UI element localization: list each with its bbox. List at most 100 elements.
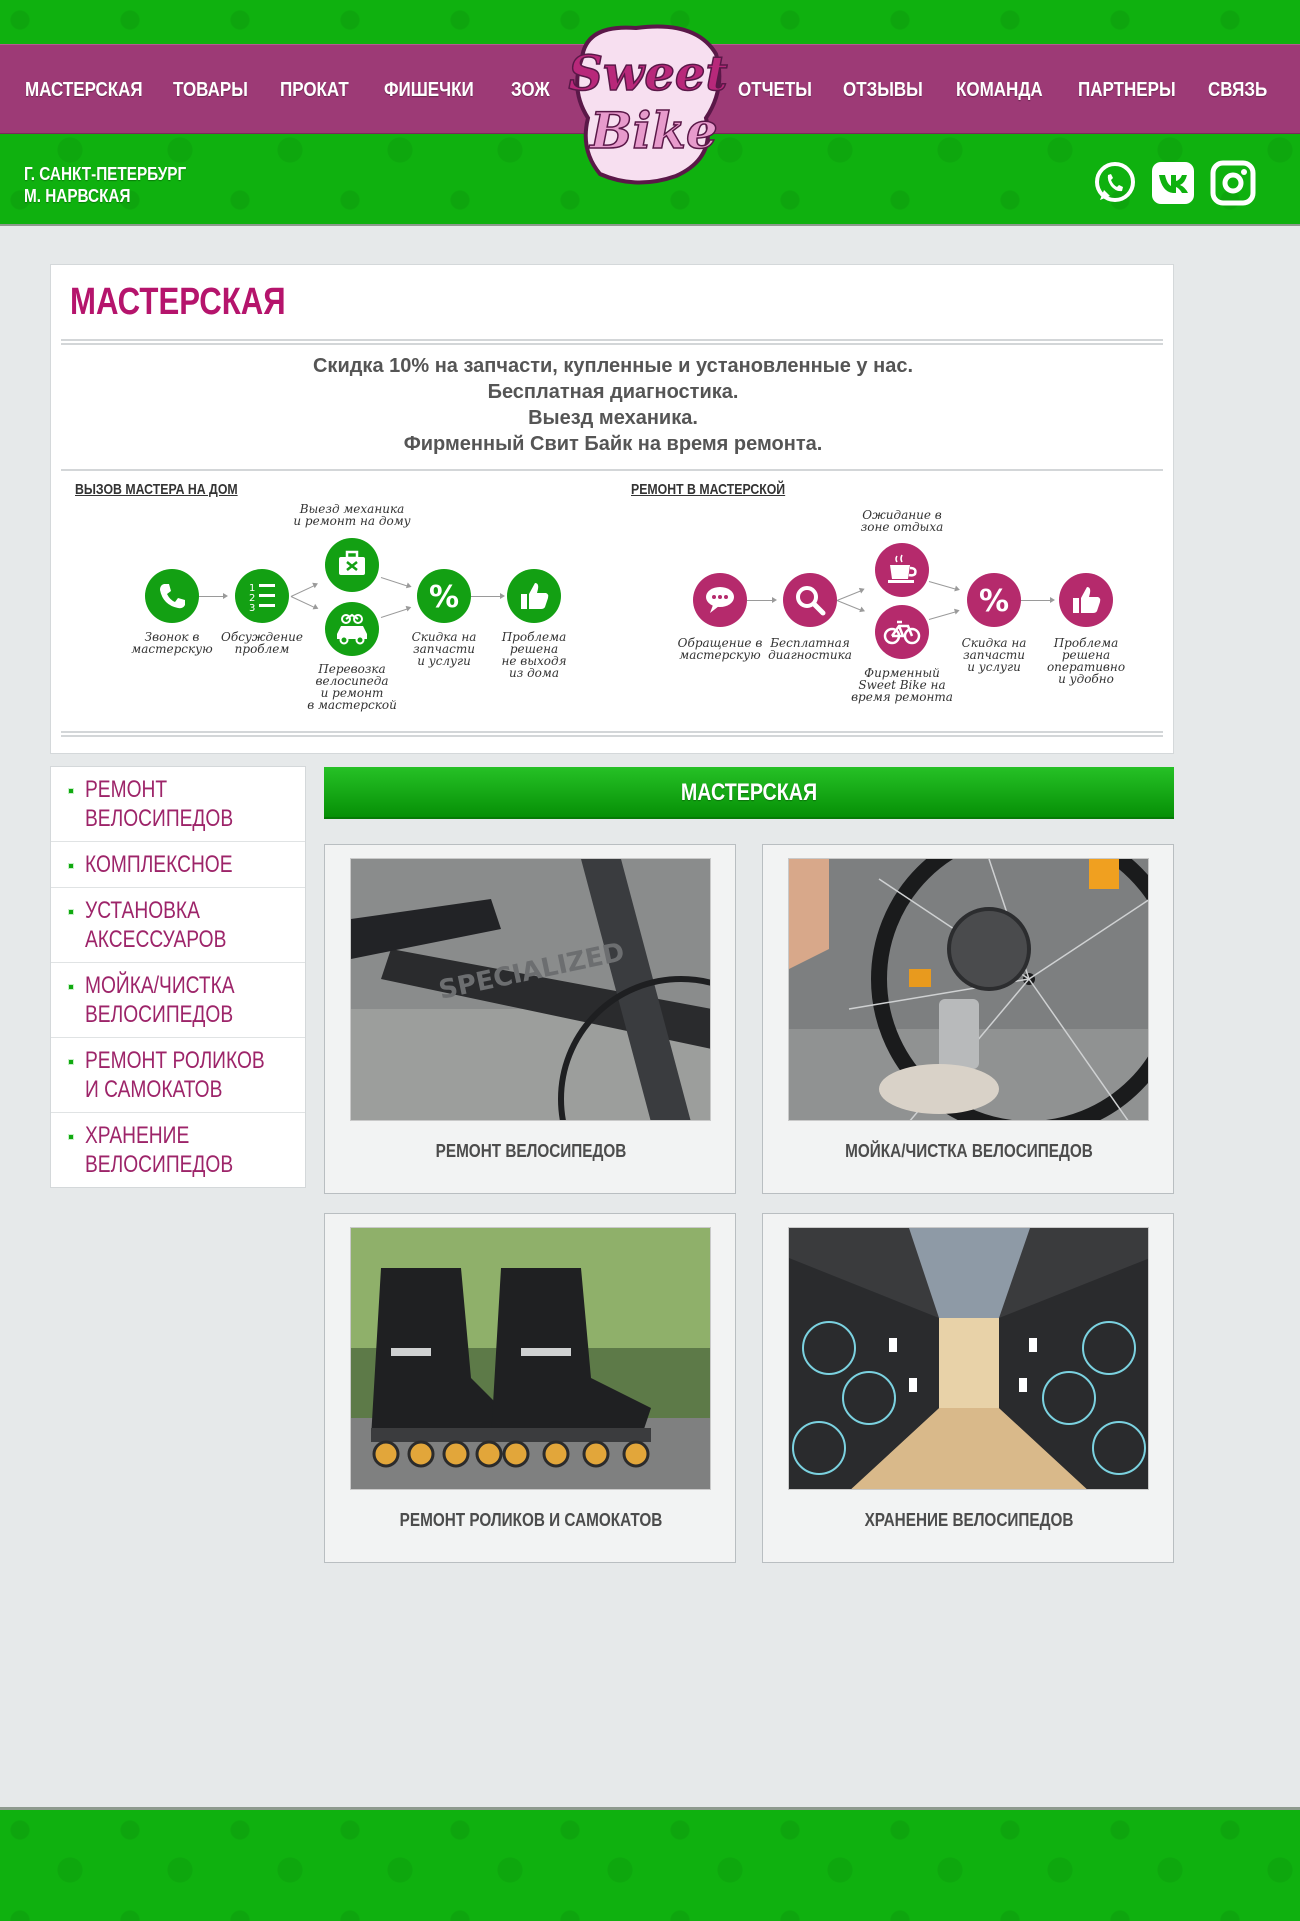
promo-line: Скидка 10% на запчасти, купленные и уста… — [312, 355, 913, 377]
workshop-heading[interactable]: РЕМОНТ В МАСТЕРСКОЙ — [631, 481, 785, 498]
nav-item-features[interactable]: ФИШЕЧКИ — [384, 45, 474, 135]
flow-arrow — [290, 584, 317, 597]
sidebar-item-complex[interactable]: КОМПЛЕКСНОЕ — [51, 842, 305, 888]
nav-item-reports[interactable]: ОТЧЕТЫ — [738, 45, 812, 135]
phone-icon — [145, 569, 199, 623]
step-caption: Обсуждение проблем — [221, 630, 303, 656]
card-label: ХРАНЕНИЕ ВЕЛОСИПЕДОВ — [864, 1510, 1074, 1530]
sidebar-item-label: ХРАНЕНИЕ ВЕЛОСИПЕДОВ — [85, 1122, 234, 1178]
sidebar-item-accessories[interactable]: УСТАНОВКА АКСЕССУАРОВ — [51, 888, 305, 963]
location-metro: М. НАРВСКАЯ — [24, 186, 131, 206]
site-header: МАСТЕРСКАЯ ТОВАРЫ ПРОКАТ ФИШЕЧКИ ЗОЖ ОТЧ… — [0, 0, 1300, 226]
sweet-bike-logo[interactable]: Sweet Bike — [566, 18, 730, 190]
card-label: РЕМОНТ ВЕЛОСИПЕДОВ — [435, 1141, 627, 1161]
vk-icon[interactable] — [1150, 160, 1196, 206]
list-icon: 1 2 3 — [235, 569, 289, 623]
car-bike-icon — [325, 602, 379, 656]
sidebar-item-rollers-repair[interactable]: РЕМОНТ РОЛИКОВ И САМОКАТОВ — [51, 1038, 305, 1113]
sidebar-item-label: МОЙКА/ЧИСТКА ВЕЛОСИПЕДОВ — [85, 972, 235, 1028]
divider — [61, 469, 1163, 471]
flow-arrow — [928, 581, 958, 591]
flow-arrow — [836, 600, 864, 612]
bike-frame-photo: SPECIALIZED — [350, 858, 711, 1121]
thumbs-up-icon — [1059, 573, 1113, 627]
nav-item-partners[interactable]: ПАРТНЕРЫ — [1078, 45, 1176, 135]
card-label: РЕМОНТ РОЛИКОВ И САМОКАТОВ — [399, 1510, 663, 1530]
nav-item-workshop[interactable]: МАСТЕРСКАЯ — [25, 45, 143, 135]
service-card-bike-washing[interactable]: МОЙКА/ЧИСТКА ВЕЛОСИПЕДОВ — [762, 844, 1174, 1194]
sidebar-item-bike-repair[interactable]: РЕМОНТ ВЕЛОСИПЕДОВ — [51, 767, 305, 842]
service-card-bike-repair[interactable]: SPECIALIZED РЕМОНТ ВЕЛОСИПЕДОВ — [324, 844, 736, 1194]
bullet-icon — [68, 909, 74, 915]
nav-item-health[interactable]: ЗОЖ — [511, 45, 550, 135]
svg-text:%: % — [979, 584, 1009, 619]
thumbs-up-icon — [507, 569, 561, 623]
promo-line: Бесплатная диагностика. — [487, 381, 739, 403]
promo-line: Выезд механика. — [528, 407, 698, 429]
step-caption: Проблема решена оперативно и удобно — [1046, 636, 1126, 686]
whatsapp-icon[interactable] — [1092, 160, 1138, 206]
step-caption: Перевозка велосипеда и ремонт в мастерск… — [307, 662, 397, 712]
location-block: Г. САНКТ-ПЕТЕРБУРГ М. НАРВСКАЯ — [24, 163, 186, 207]
home-service-heading[interactable]: ВЫЗОВ МАСТЕРА НА ДОМ — [75, 481, 238, 498]
step-caption: Проблема решена не выходя из дома — [501, 630, 567, 680]
toolbox-icon — [325, 538, 379, 592]
bullet-icon — [68, 1134, 74, 1140]
sidebar-item-label: РЕМОНТ ВЕЛОСИПЕДОВ — [85, 776, 234, 832]
percent-icon: % — [967, 573, 1021, 627]
bike-cleaning-photo — [788, 858, 1149, 1121]
nav-item-rental[interactable]: ПРОКАТ — [280, 45, 349, 135]
divider — [61, 339, 1163, 345]
step-caption: Ожидание в зоне отдыха — [860, 508, 944, 534]
instagram-icon[interactable] — [1210, 160, 1256, 206]
bullet-icon — [68, 1059, 74, 1065]
bicycle-icon — [875, 605, 929, 659]
percent-icon: % — [417, 569, 471, 623]
sidebar-item-storage[interactable]: ХРАНЕНИЕ ВЕЛОСИПЕДОВ — [51, 1113, 305, 1187]
svg-text:Bike: Bike — [588, 101, 718, 160]
service-card-bike-storage[interactable]: ХРАНЕНИЕ ВЕЛОСИПЕДОВ — [762, 1213, 1174, 1563]
coffee-icon — [875, 543, 929, 597]
site-footer — [0, 1810, 1300, 1921]
flow-arrow — [928, 610, 958, 620]
nav-item-reviews[interactable]: ОТЗЫВЫ — [843, 45, 923, 135]
workshop-sidebar: РЕМОНТ ВЕЛОСИПЕДОВ КОМПЛЕКСНОЕ УСТАНОВКА… — [50, 766, 306, 1188]
header-divider — [0, 224, 1300, 226]
flow-arrow — [836, 589, 864, 601]
section-header-bar: МАСТЕРСКАЯ — [324, 767, 1174, 819]
workshop-intro-panel: МАСТЕРСКАЯ Скидка 10% на запчасти, купле… — [50, 264, 1174, 754]
magnifier-icon — [783, 573, 837, 627]
sidebar-item-label: КОМПЛЕКСНОЕ — [85, 851, 233, 878]
promo-line: Фирменный Свит Байк на время ремонта. — [403, 433, 823, 455]
sidebar-item-washing[interactable]: МОЙКА/ЧИСТКА ВЕЛОСИПЕДОВ — [51, 963, 305, 1038]
svg-text:Sweet: Sweet — [568, 46, 727, 102]
location-city: Г. САНКТ-ПЕТЕРБУРГ — [24, 164, 187, 184]
flow-arrow — [198, 593, 228, 599]
svg-text:3: 3 — [249, 603, 255, 614]
service-card-rollers-repair[interactable]: РЕМОНТ РОЛИКОВ И САМОКАТОВ — [324, 1213, 736, 1563]
flow-arrow — [1019, 597, 1055, 603]
nav-item-goods[interactable]: ТОВАРЫ — [173, 45, 248, 135]
flow-arrow — [380, 577, 410, 588]
flow-arrow — [747, 597, 777, 603]
card-label: МОЙКА/ЧИСТКА ВЕЛОСИПЕДОВ — [845, 1141, 1093, 1161]
flow-arrow — [471, 593, 505, 599]
promo-text: Скидка 10% на запчасти, купленные и уста… — [51, 353, 1175, 457]
step-caption: Выезд механика и ремонт на дому — [293, 502, 411, 528]
sidebar-item-label: РЕМОНТ РОЛИКОВ И САМОКАТОВ — [85, 1047, 265, 1103]
flow-arrow — [380, 607, 410, 618]
divider — [61, 731, 1163, 737]
chat-icon — [693, 573, 747, 627]
bullet-icon — [68, 863, 74, 869]
bike-storage-photo — [788, 1227, 1149, 1490]
page-title: МАСТЕРСКАЯ — [70, 281, 286, 323]
section-title: МАСТЕРСКАЯ — [680, 779, 818, 806]
nav-item-team[interactable]: КОМАНДА — [956, 45, 1043, 135]
bullet-icon — [68, 788, 74, 794]
rollerblades-photo — [350, 1227, 711, 1490]
nav-item-contact[interactable]: СВЯЗЬ — [1208, 45, 1267, 135]
bullet-icon — [68, 984, 74, 990]
svg-text:%: % — [429, 580, 459, 615]
flow-arrow — [290, 596, 317, 609]
step-caption: Бесплатная диагностика — [768, 636, 852, 662]
